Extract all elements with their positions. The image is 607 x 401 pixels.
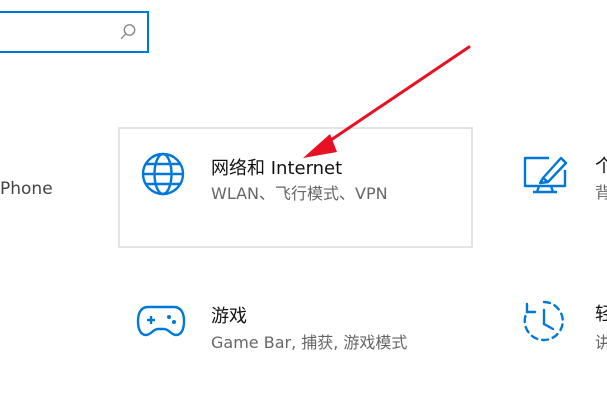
tile-title: 个 bbox=[595, 156, 607, 177]
gaming-tile[interactable]: 游戏 Game Bar, 捕获, 游戏模式 bbox=[118, 282, 473, 372]
tile-title: 网络和 Internet bbox=[211, 158, 343, 179]
globe-icon bbox=[141, 152, 185, 196]
ease-of-access-tile[interactable]: 轻 讲 bbox=[515, 290, 607, 380]
tile-subtitle: 讲 bbox=[595, 333, 607, 352]
personalization-tile[interactable]: 个 背 bbox=[515, 140, 607, 230]
tile-subtitle: 背 bbox=[595, 183, 607, 202]
phone-category-label[interactable]: Phone bbox=[0, 179, 53, 199]
tile-subtitle: Game Bar, 捕获, 游戏模式 bbox=[211, 333, 408, 352]
search-box[interactable] bbox=[0, 11, 149, 53]
search-input[interactable] bbox=[4, 21, 118, 45]
ease-of-access-icon bbox=[523, 300, 564, 342]
search-icon[interactable] bbox=[119, 23, 137, 41]
tile-subtitle: WLAN、飞行模式、VPN bbox=[211, 184, 388, 203]
personalization-icon bbox=[523, 156, 568, 194]
tile-title: 轻 bbox=[595, 304, 607, 325]
network-internet-tile[interactable]: 网络和 Internet WLAN、飞行模式、VPN bbox=[118, 127, 473, 248]
tile-title: 游戏 bbox=[211, 306, 247, 327]
gamepad-icon bbox=[136, 305, 186, 337]
